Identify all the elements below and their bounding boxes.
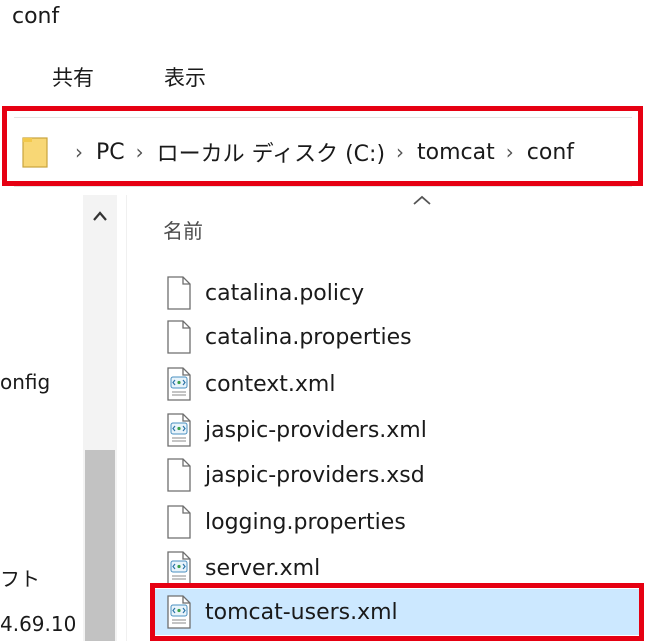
explorer-window: conf 共有 表示 › PC › ローカル ディスク (C:) › tomca… xyxy=(0,0,653,641)
breadcrumb-item-conf[interactable]: conf xyxy=(527,140,574,165)
column-header-name[interactable]: 名前 xyxy=(163,215,203,244)
file-row-server-xml[interactable]: server.xml xyxy=(155,545,640,591)
xml-file-icon xyxy=(167,595,191,629)
xml-file-icon xyxy=(167,551,191,585)
breadcrumb-separator: › xyxy=(396,140,405,164)
file-row-jaspic-providers-xml[interactable]: jaspic-providers.xml xyxy=(155,407,640,453)
file-row-logging-properties[interactable]: logging.properties xyxy=(155,499,640,545)
scroll-up-arrow-icon[interactable] xyxy=(83,199,117,233)
file-row-catalina-properties[interactable]: catalina.properties xyxy=(155,314,640,360)
document-icon xyxy=(167,505,191,539)
xml-file-icon xyxy=(167,413,191,447)
breadcrumb-separator: › xyxy=(135,140,144,164)
breadcrumb-item-local-disk[interactable]: ローカル ディスク (C:) xyxy=(157,136,385,168)
file-name: catalina.properties xyxy=(205,324,412,350)
document-icon xyxy=(167,320,191,354)
document-icon xyxy=(167,458,191,492)
breadcrumb-separator: › xyxy=(505,140,514,164)
ribbon-tab-share[interactable]: 共有 xyxy=(52,62,94,92)
file-name: server.xml xyxy=(205,555,321,581)
file-name: tomcat-users.xml xyxy=(205,599,398,625)
nav-item-software[interactable]: フト xyxy=(0,563,40,592)
breadcrumb-separator: › xyxy=(75,140,83,164)
folder-icon xyxy=(22,137,48,168)
file-row-catalina-policy[interactable]: catalina.policy xyxy=(155,270,640,316)
document-icon xyxy=(167,276,191,310)
breadcrumb-item-pc[interactable]: PC xyxy=(96,140,125,165)
file-row-tomcat-users-xml[interactable]: tomcat-users.xml xyxy=(155,589,640,635)
file-name: logging.properties xyxy=(205,509,406,535)
pane-divider[interactable] xyxy=(126,195,127,641)
breadcrumb: › PC › ローカル ディスク (C:) › tomcat › conf xyxy=(22,118,574,186)
ribbon-tab-view[interactable]: 表示 xyxy=(164,62,206,92)
file-row-jaspic-providers-xsd[interactable]: jaspic-providers.xsd xyxy=(155,452,640,498)
nav-item-config[interactable]: onfig xyxy=(0,370,50,394)
breadcrumb-item-tomcat[interactable]: tomcat xyxy=(417,140,495,165)
file-row-context-xml[interactable]: context.xml xyxy=(155,361,640,407)
file-name: catalina.policy xyxy=(205,280,365,306)
file-name: jaspic-providers.xsd xyxy=(205,462,425,488)
window-title: conf xyxy=(12,4,60,29)
address-bar[interactable]: › PC › ローカル ディスク (C:) › tomcat › conf xyxy=(14,117,632,187)
nav-scrollbar-thumb[interactable] xyxy=(85,450,115,641)
file-name: jaspic-providers.xml xyxy=(205,417,427,443)
sort-ascending-icon xyxy=(413,195,431,205)
navigation-pane: onfig フト 4.69.10 xyxy=(0,195,125,641)
xml-file-icon xyxy=(167,367,191,401)
nav-item-network[interactable]: 4.69.10 xyxy=(0,612,76,636)
file-name: context.xml xyxy=(205,371,336,397)
